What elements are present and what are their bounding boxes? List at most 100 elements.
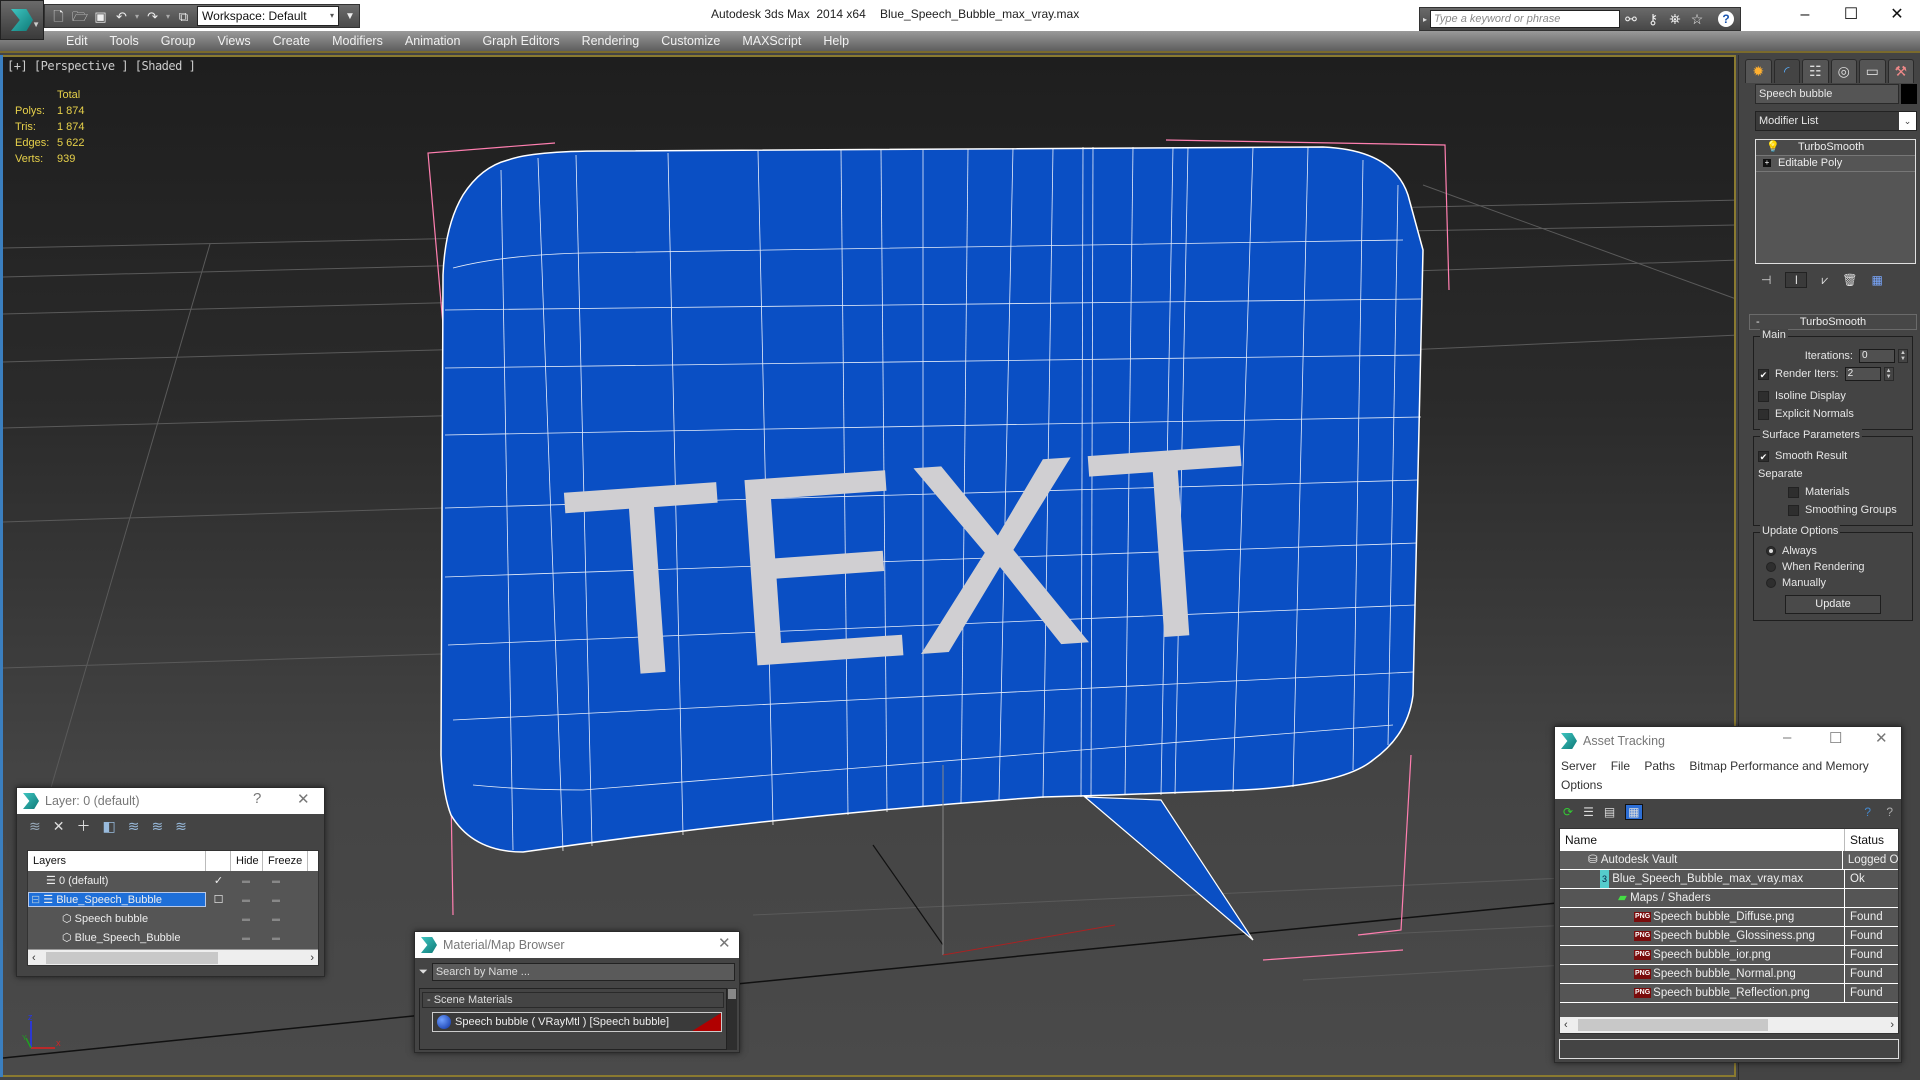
iterations-spinner[interactable]: 0 [1859, 349, 1895, 363]
object-color-swatch[interactable] [1901, 84, 1917, 104]
scene-materials-section[interactable]: - Scene Materials [422, 992, 724, 1008]
column-header-hide[interactable]: Hide [231, 851, 263, 871]
asset-row[interactable]: 3 Blue_Speech_Bubble_max_vray.max Ok [1560, 870, 1898, 889]
lightbulb-icon[interactable]: 💡 [1766, 140, 1780, 155]
asset-row[interactable]: PNG Speech bubble_Diffuse.png Found [1560, 908, 1898, 927]
scroll-left-icon[interactable]: ‹ [1564, 1017, 1568, 1033]
key-icon[interactable]: ⚷ [1642, 11, 1664, 28]
save-icon[interactable]: ▣ [93, 9, 108, 24]
display-tab[interactable]: ▭ [1859, 59, 1886, 83]
new-file-icon[interactable]: 🗋 [51, 9, 66, 24]
star-icon[interactable]: ☆ [1686, 11, 1708, 28]
close-button[interactable]: ✕ [1875, 729, 1888, 747]
minimize-button[interactable]: – [1783, 729, 1791, 746]
smoothing-groups-checkbox[interactable] [1788, 504, 1799, 516]
customize-qat-icon[interactable]: ▼ [345, 11, 355, 22]
dialog-title-bar[interactable]: Material/Map Browser ✕ [415, 932, 739, 958]
dialog-title-bar[interactable]: Asset Tracking – ☐ ✕ [1555, 727, 1901, 755]
collapse-icon[interactable]: ⊟ [31, 893, 40, 906]
undo-icon[interactable]: ↶ [114, 9, 129, 24]
tree-view-icon[interactable]: ▤ [1604, 805, 1615, 819]
open-folder-icon[interactable]: 🗁 [72, 9, 88, 24]
refresh-icon[interactable]: ⟳ [1563, 805, 1573, 819]
freeze-toggle[interactable]: ▬ [261, 914, 291, 923]
rollout-header[interactable]: - TurboSmooth [1749, 314, 1917, 330]
utilities-tab[interactable]: ⚒ [1887, 59, 1914, 83]
current-layer-check[interactable]: ✓ [206, 874, 231, 887]
freeze-toggle[interactable]: ▬ [261, 876, 291, 885]
menu-rendering[interactable]: Rendering [571, 31, 651, 51]
freeze-toggle[interactable]: ▬ [261, 933, 291, 942]
viewport-label[interactable]: [+] [Perspective ] [Shaded ] [7, 59, 196, 73]
column-header-layers[interactable]: Layers [28, 851, 206, 871]
minimize-button[interactable]: – [1785, 4, 1825, 26]
modify-tab[interactable]: ◜ [1773, 59, 1800, 83]
menu-edit[interactable]: Edit [55, 31, 99, 51]
hide-toggle[interactable]: ▬ [231, 933, 261, 942]
set-current-layer-icon[interactable]: ≋ [151, 818, 163, 835]
dialog-title-bar[interactable]: Layer: 0 (default) ? ✕ [17, 788, 324, 814]
menu-modifiers[interactable]: Modifiers [321, 31, 394, 51]
hide-toggle[interactable]: ▬ [231, 895, 261, 904]
menu-maxscript[interactable]: MAXScript [731, 31, 812, 51]
scroll-left-icon[interactable]: ‹ [32, 950, 36, 966]
binoculars-icon[interactable]: ⚯ [1620, 11, 1642, 28]
scrollbar-thumb[interactable] [1578, 1019, 1768, 1031]
help-globe-icon[interactable]: ? [1864, 805, 1871, 819]
help-button[interactable]: ? [253, 790, 261, 807]
select-objects-icon[interactable]: ◧ [102, 818, 115, 835]
menu-server[interactable]: Server [1561, 759, 1596, 773]
hide-toggle[interactable]: ▬ [231, 876, 261, 885]
speech-bubble-object[interactable]: TEXT [440, 146, 1424, 941]
horizontal-scrollbar[interactable]: ‹ › [28, 949, 318, 965]
menu-graph-editors[interactable]: Graph Editors [471, 31, 570, 51]
menu-customize[interactable]: Customize [650, 31, 731, 51]
hide-toggle[interactable]: ▬ [231, 914, 261, 923]
menu-bitmap-performance[interactable]: Bitmap Performance and Memory [1689, 759, 1868, 773]
update-when-rendering-radio[interactable] [1766, 562, 1776, 572]
motion-tab[interactable]: ◎ [1830, 59, 1857, 83]
scroll-right-icon[interactable]: › [1890, 1017, 1894, 1033]
undo-dropdown-icon[interactable]: ▾ [135, 12, 139, 21]
column-header-name[interactable]: Name [1560, 829, 1845, 851]
close-button[interactable]: ✕ [297, 790, 310, 808]
redo-dropdown-icon[interactable]: ▾ [166, 12, 170, 21]
hierarchy-tab[interactable]: ☷ [1802, 59, 1829, 83]
render-iters-spinner[interactable]: 2 [1844, 367, 1881, 381]
layer-properties-icon[interactable]: ≋ [175, 818, 187, 835]
vertical-scrollbar[interactable] [727, 988, 737, 1050]
menu-animation[interactable]: Animation [394, 31, 472, 51]
update-button[interactable]: Update [1785, 595, 1881, 614]
asset-row[interactable]: PNG Speech bubble_Reflection.png Found [1560, 984, 1898, 1003]
update-always-radio[interactable] [1766, 546, 1776, 556]
menu-paths[interactable]: Paths [1644, 759, 1675, 773]
help-icon[interactable]: ? [1886, 805, 1893, 819]
asset-row[interactable]: PNG Speech bubble_Glossiness.png Found [1560, 927, 1898, 946]
search-input[interactable]: Search by Name ... [431, 963, 735, 981]
scrollbar-thumb[interactable] [46, 952, 218, 964]
layer-row[interactable]: ⬡ Blue_Speech_Bubble ▬ ▬ [28, 928, 318, 947]
make-unique-icon[interactable]: ⩗ [1821, 273, 1828, 288]
scrollbar-thumb[interactable] [728, 989, 736, 999]
asset-row[interactable]: PNG Speech bubble_Normal.png Found [1560, 965, 1898, 984]
search-input[interactable]: Type a keyword or phrase [1430, 10, 1620, 28]
expand-arrow-icon[interactable]: ▸ [1420, 15, 1430, 24]
scroll-right-icon[interactable]: › [310, 950, 314, 966]
update-manually-radio[interactable] [1766, 578, 1776, 588]
column-header-status[interactable]: Status [1845, 829, 1884, 851]
asset-row[interactable]: ▰ Maps / Shaders [1560, 889, 1898, 908]
menu-tools[interactable]: Tools [99, 31, 150, 51]
isoline-checkbox[interactable] [1758, 390, 1769, 402]
menu-options[interactable]: Options [1561, 778, 1602, 792]
layer-row[interactable]: ⬡ Speech bubble ▬ ▬ [28, 909, 318, 928]
expand-icon[interactable]: + [1763, 159, 1771, 167]
maximize-button[interactable]: ☐ [1829, 729, 1842, 747]
close-button[interactable]: ✕ [1877, 4, 1917, 26]
menu-help[interactable]: Help [812, 31, 860, 51]
material-item[interactable]: Speech bubble ( VRayMtl ) [Speech bubble… [432, 1012, 722, 1032]
table-view-icon[interactable]: ▦ [1625, 804, 1643, 820]
project-folder-icon[interactable]: ⧉ [176, 9, 191, 24]
maximize-button[interactable]: ☐ [1831, 4, 1871, 26]
modifier-list-dropdown[interactable]: Modifier List ⌄ [1755, 111, 1917, 131]
spinner-arrows-icon[interactable]: ▲ ▼ [1883, 367, 1894, 381]
